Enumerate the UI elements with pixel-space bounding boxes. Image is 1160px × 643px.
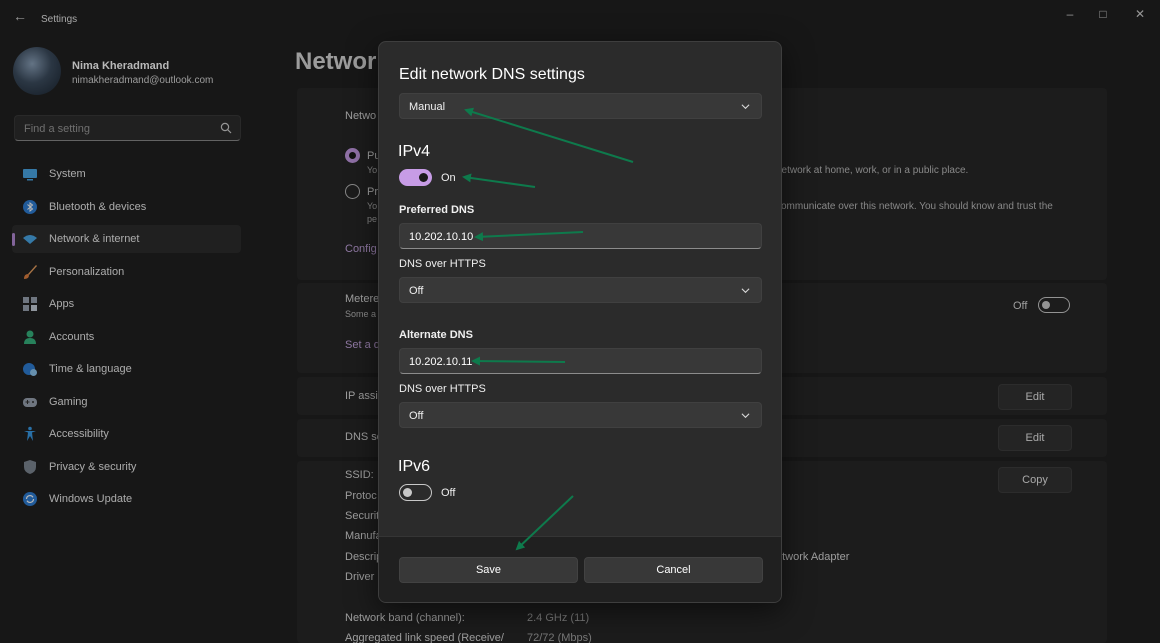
dialog-title: Edit network DNS settings [399, 66, 585, 83]
dns-mode-dropdown[interactable]: Manual [399, 93, 762, 119]
alternate-dns-label: Alternate DNS [399, 329, 473, 341]
ipv4-toggle[interactable] [399, 169, 432, 186]
cancel-button[interactable]: Cancel [584, 557, 763, 583]
chevron-down-icon [741, 288, 750, 294]
dialog-footer: Save Cancel [379, 536, 781, 602]
dns-mode-value: Manual [409, 101, 446, 113]
chevron-down-icon [741, 413, 750, 419]
doh-dropdown-preferred[interactable]: Off [399, 277, 762, 303]
preferred-dns-value: 10.202.10.10 [409, 231, 474, 243]
doh-dropdown-alternate[interactable]: Off [399, 402, 762, 428]
ipv6-heading: IPv6 [398, 458, 431, 475]
edit-dns-dialog: Edit network DNS settings Manual IPv4 On… [378, 41, 782, 603]
chevron-down-icon [741, 104, 750, 110]
alternate-dns-value: 10.202.10.11 [409, 356, 473, 368]
alternate-dns-input[interactable]: 10.202.10.11 [399, 348, 762, 374]
ipv4-toggle-state: On [441, 172, 456, 184]
preferred-dns-label: Preferred DNS [399, 204, 475, 216]
doh-label-preferred: DNS over HTTPS [399, 258, 486, 270]
save-button[interactable]: Save [399, 557, 578, 583]
ipv6-toggle[interactable] [399, 484, 432, 501]
preferred-dns-input[interactable]: 10.202.10.10 [399, 223, 762, 249]
ipv6-toggle-state: Off [441, 487, 456, 499]
doh-value-preferred: Off [409, 285, 424, 297]
toggle-knob [403, 488, 412, 497]
doh-value-alternate: Off [409, 410, 424, 422]
doh-label-alternate: DNS over HTTPS [399, 383, 486, 395]
toggle-knob [419, 173, 428, 182]
ipv4-heading: IPv4 [398, 143, 431, 160]
